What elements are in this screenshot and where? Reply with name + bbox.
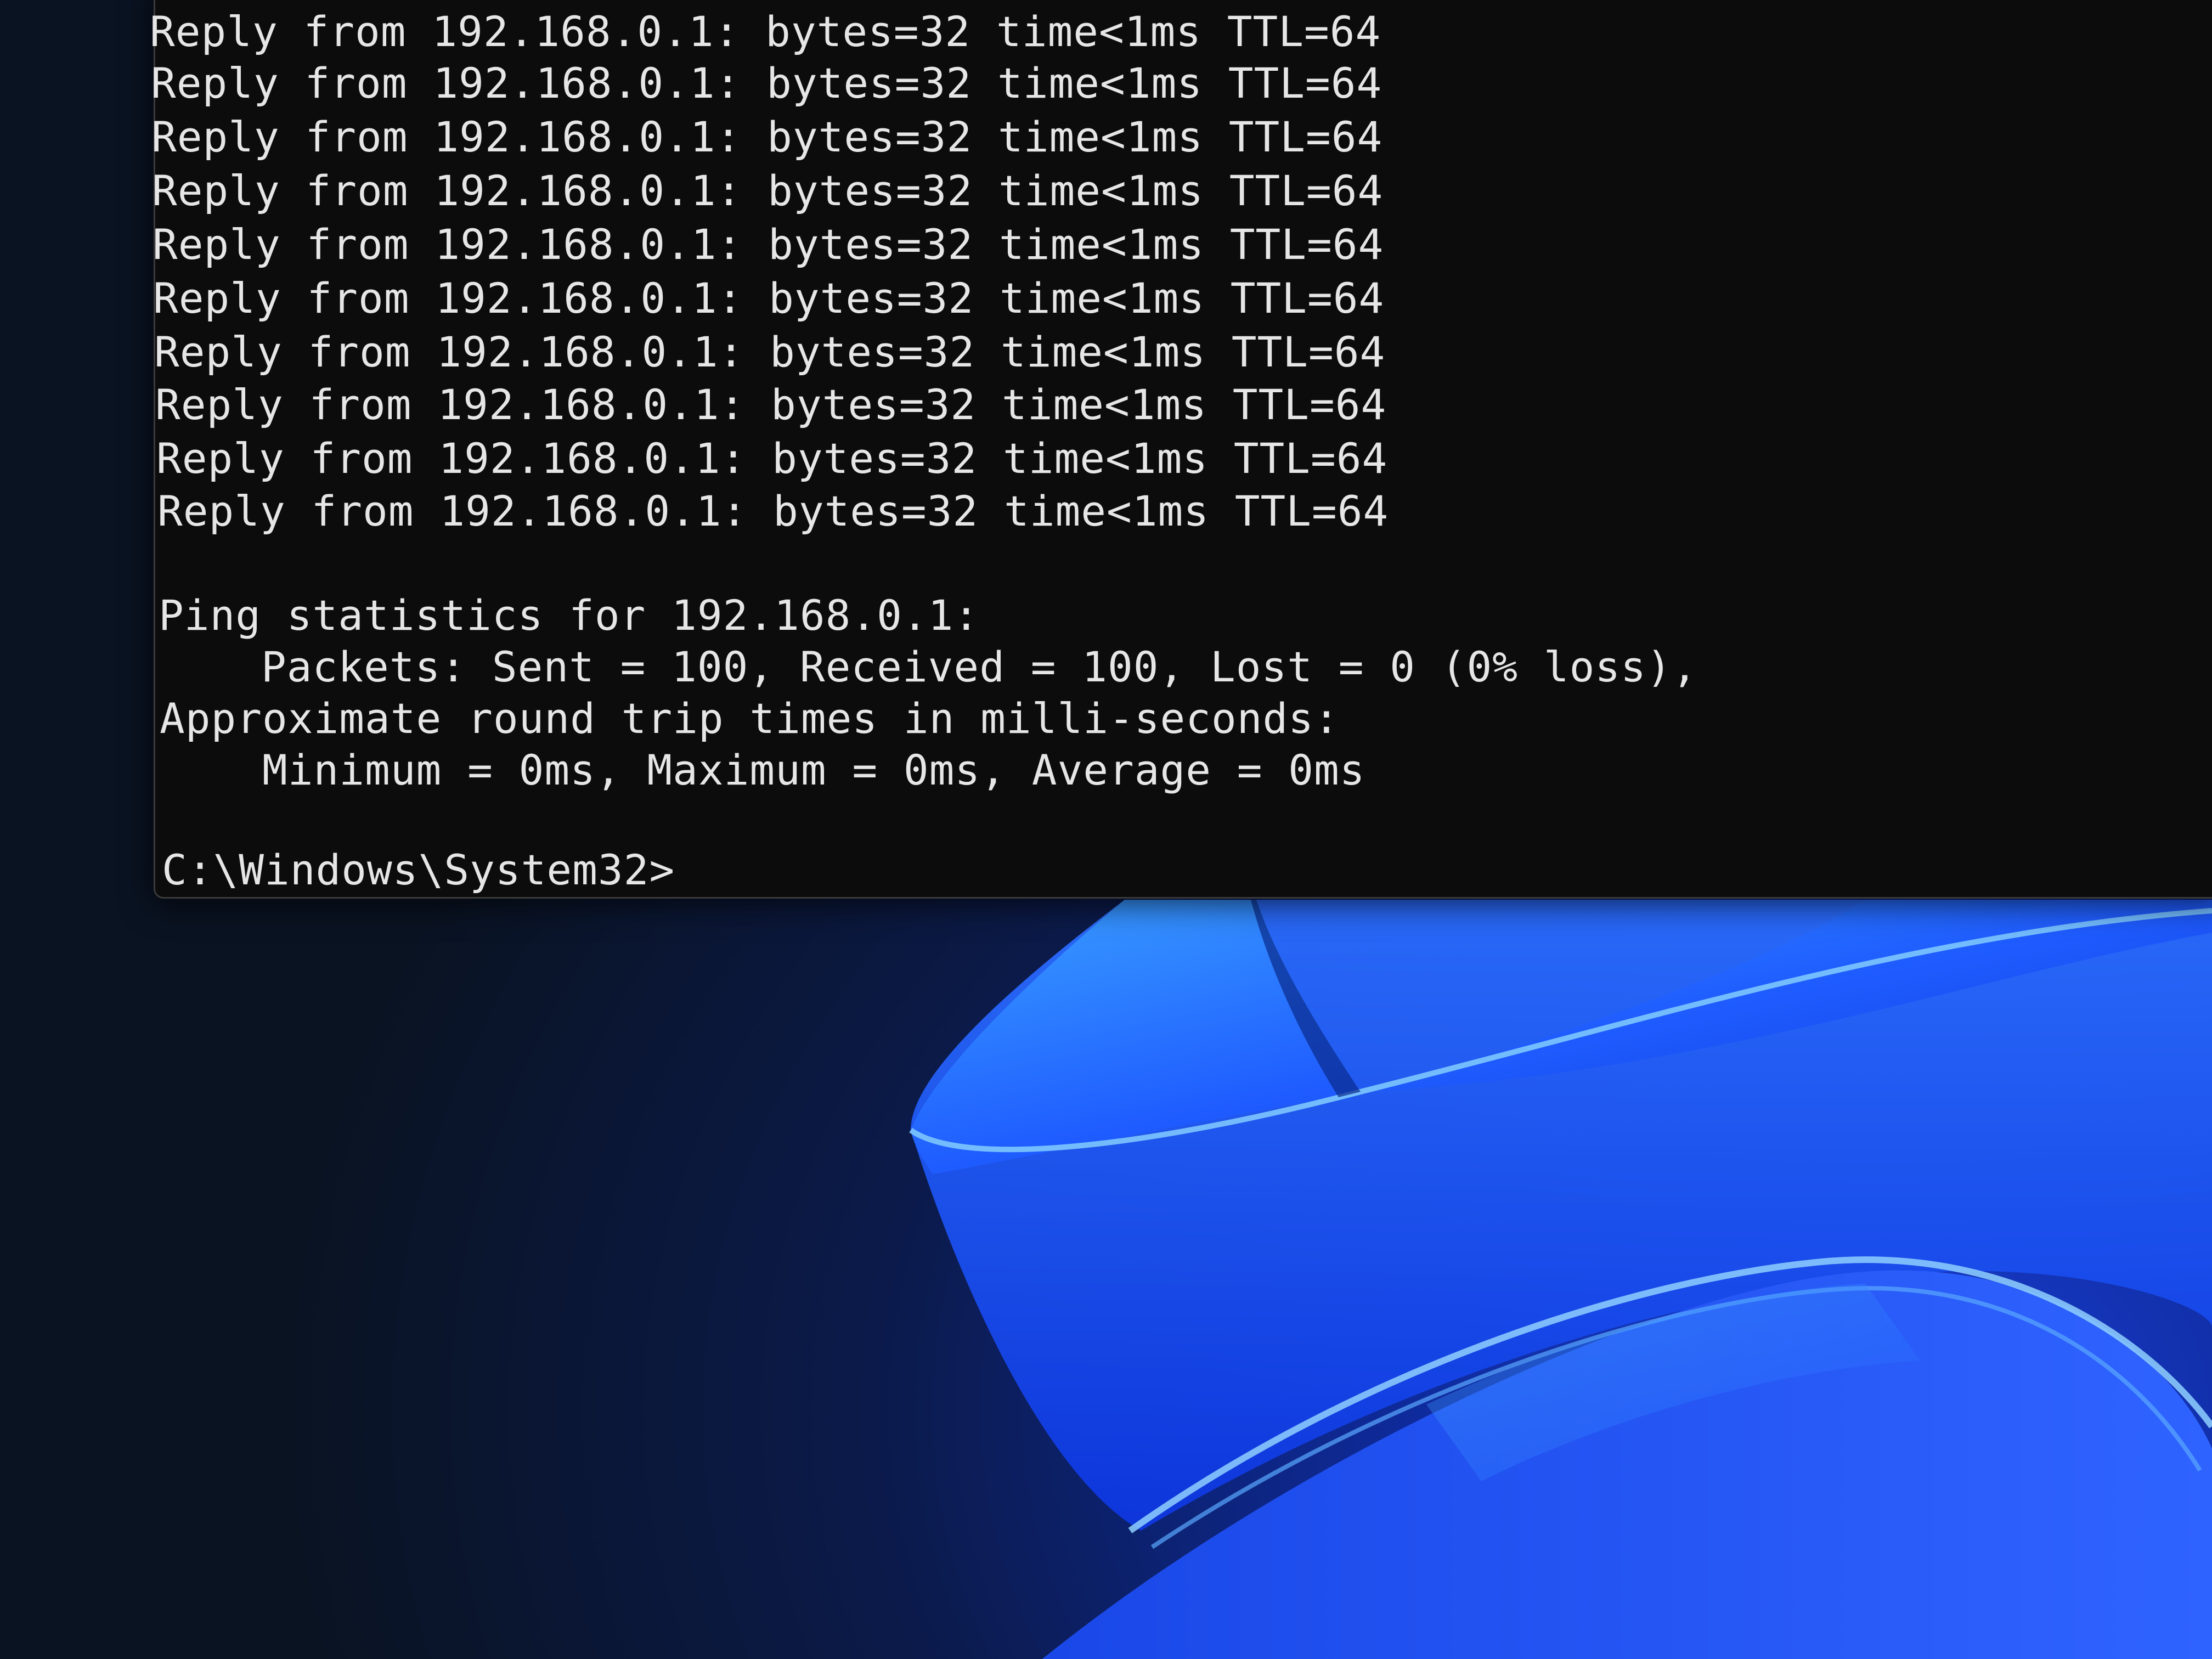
round-trip-summary: Minimum = 0ms, Maximum = 0ms, Average = …: [160, 746, 1365, 794]
ping-reply-line: Reply from 192.168.0.1: bytes=32 time<1m…: [157, 487, 1389, 535]
ping-reply-line: Reply from 192.168.0.1: bytes=32 time<1m…: [153, 220, 1384, 269]
ping-reply-line: Reply from 192.168.0.1: bytes=32 time<1m…: [151, 59, 1383, 108]
ping-reply-line: Reply from 192.168.0.1: bytes=32 time<1m…: [154, 328, 1386, 376]
ping-statistics-header: Ping statistics for 192.168.0.1:: [159, 591, 980, 640]
ping-reply-line: Reply from 192.168.0.1: bytes=32 time<1m…: [152, 166, 1384, 215]
round-trip-header: Approximate round trip times in milli-se…: [160, 694, 1340, 743]
command-prompt-input[interactable]: C:\Windows\System32>: [162, 844, 675, 896]
ping-reply-line: Reply from 192.168.0.1: bytes=32 time<1m…: [153, 274, 1385, 323]
ping-reply-line: Reply from 192.168.0.1: bytes=32 time<1m…: [156, 434, 1388, 483]
ping-reply-line: Reply from 192.168.0.1: bytes=32 time<1m…: [150, 7, 1381, 56]
packets-summary: Packets: Sent = 100, Received = 100, Los…: [159, 642, 1698, 691]
ping-reply-line: Reply from 192.168.0.1: bytes=32 time<1m…: [155, 380, 1387, 429]
desktop-wallpaper: Reply from 192.168.0.1: bytes=32 time<1m…: [0, 0, 2212, 1659]
command-prompt-window[interactable]: Reply from 192.168.0.1: bytes=32 time<1m…: [150, 0, 2212, 899]
ping-reply-line: Reply from 192.168.0.1: bytes=32 time<1m…: [151, 112, 1383, 161]
